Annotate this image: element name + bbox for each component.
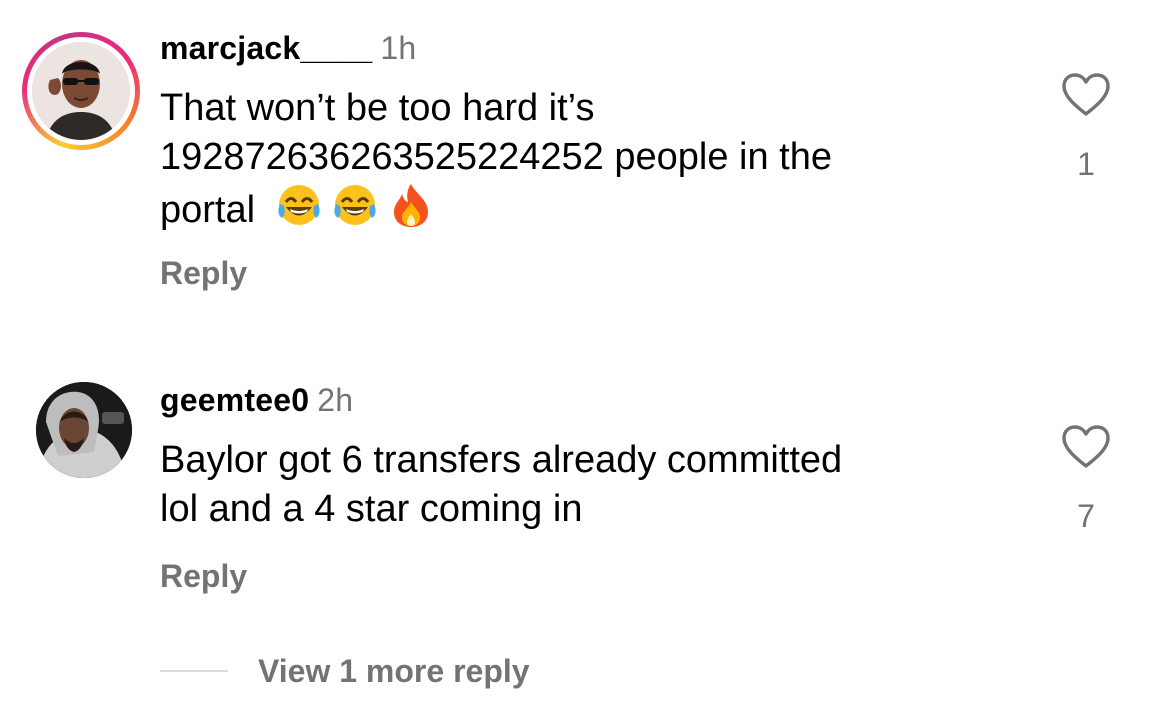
- like-count: 7: [1077, 498, 1095, 534]
- comment-text: Baylor got 6 transfers already committed…: [160, 436, 980, 534]
- username[interactable]: marcjack____ 1h: [160, 30, 416, 67]
- username[interactable]: geemtee0 2h: [160, 382, 353, 419]
- comment-text-line: portal: [160, 182, 980, 235]
- like-button[interactable]: [1060, 72, 1112, 118]
- username-text[interactable]: marcjack____: [160, 30, 372, 66]
- comment-text-line-end: portal: [160, 189, 256, 231]
- avatar[interactable]: [22, 32, 140, 150]
- comment-item: geemtee0 2h Baylor got 6 transfers alread…: [0, 370, 1170, 630]
- tears-of-joy-emoji-icon: [278, 185, 320, 225]
- comment-text-line: lol and a 4 star coming in: [160, 488, 583, 530]
- view-more-replies-button[interactable]: View 1 more reply: [160, 646, 530, 696]
- view-more-replies-label[interactable]: View 1 more reply: [258, 653, 530, 690]
- avatar-image: [32, 42, 130, 140]
- like-button[interactable]: [1060, 424, 1112, 470]
- like-count: 1: [1077, 146, 1095, 182]
- comment-text: That won’t be too hard it’s 192872636263…: [160, 84, 980, 235]
- comment-text-line: Baylor got 6 transfers already committed: [160, 439, 843, 481]
- comment-timestamp: 1h: [380, 30, 417, 66]
- heart-icon: [1062, 425, 1110, 468]
- tears-of-joy-emoji-icon: [334, 185, 376, 225]
- avatar-photo-icon: [36, 382, 132, 478]
- comment-text-line: 19287263626352522425​2 people in the: [160, 136, 832, 178]
- comment-text-line: That won’t be too hard it’s: [160, 87, 595, 129]
- comment-timestamp: 2h: [317, 382, 354, 418]
- username-text[interactable]: geemtee0: [160, 382, 309, 418]
- avatar[interactable]: [36, 382, 132, 478]
- heart-icon: [1062, 73, 1110, 116]
- fire-emoji-icon: [393, 184, 428, 227]
- avatar-inner: [27, 37, 135, 145]
- reply-button[interactable]: Reply: [160, 255, 247, 292]
- reply-button[interactable]: Reply: [160, 558, 247, 595]
- avatar-photo-icon: [32, 42, 130, 140]
- view-more-divider: [160, 670, 228, 672]
- avatar-image: [36, 382, 132, 478]
- comment-item: marcjack____ 1h That won’t be too hard it…: [0, 0, 1170, 330]
